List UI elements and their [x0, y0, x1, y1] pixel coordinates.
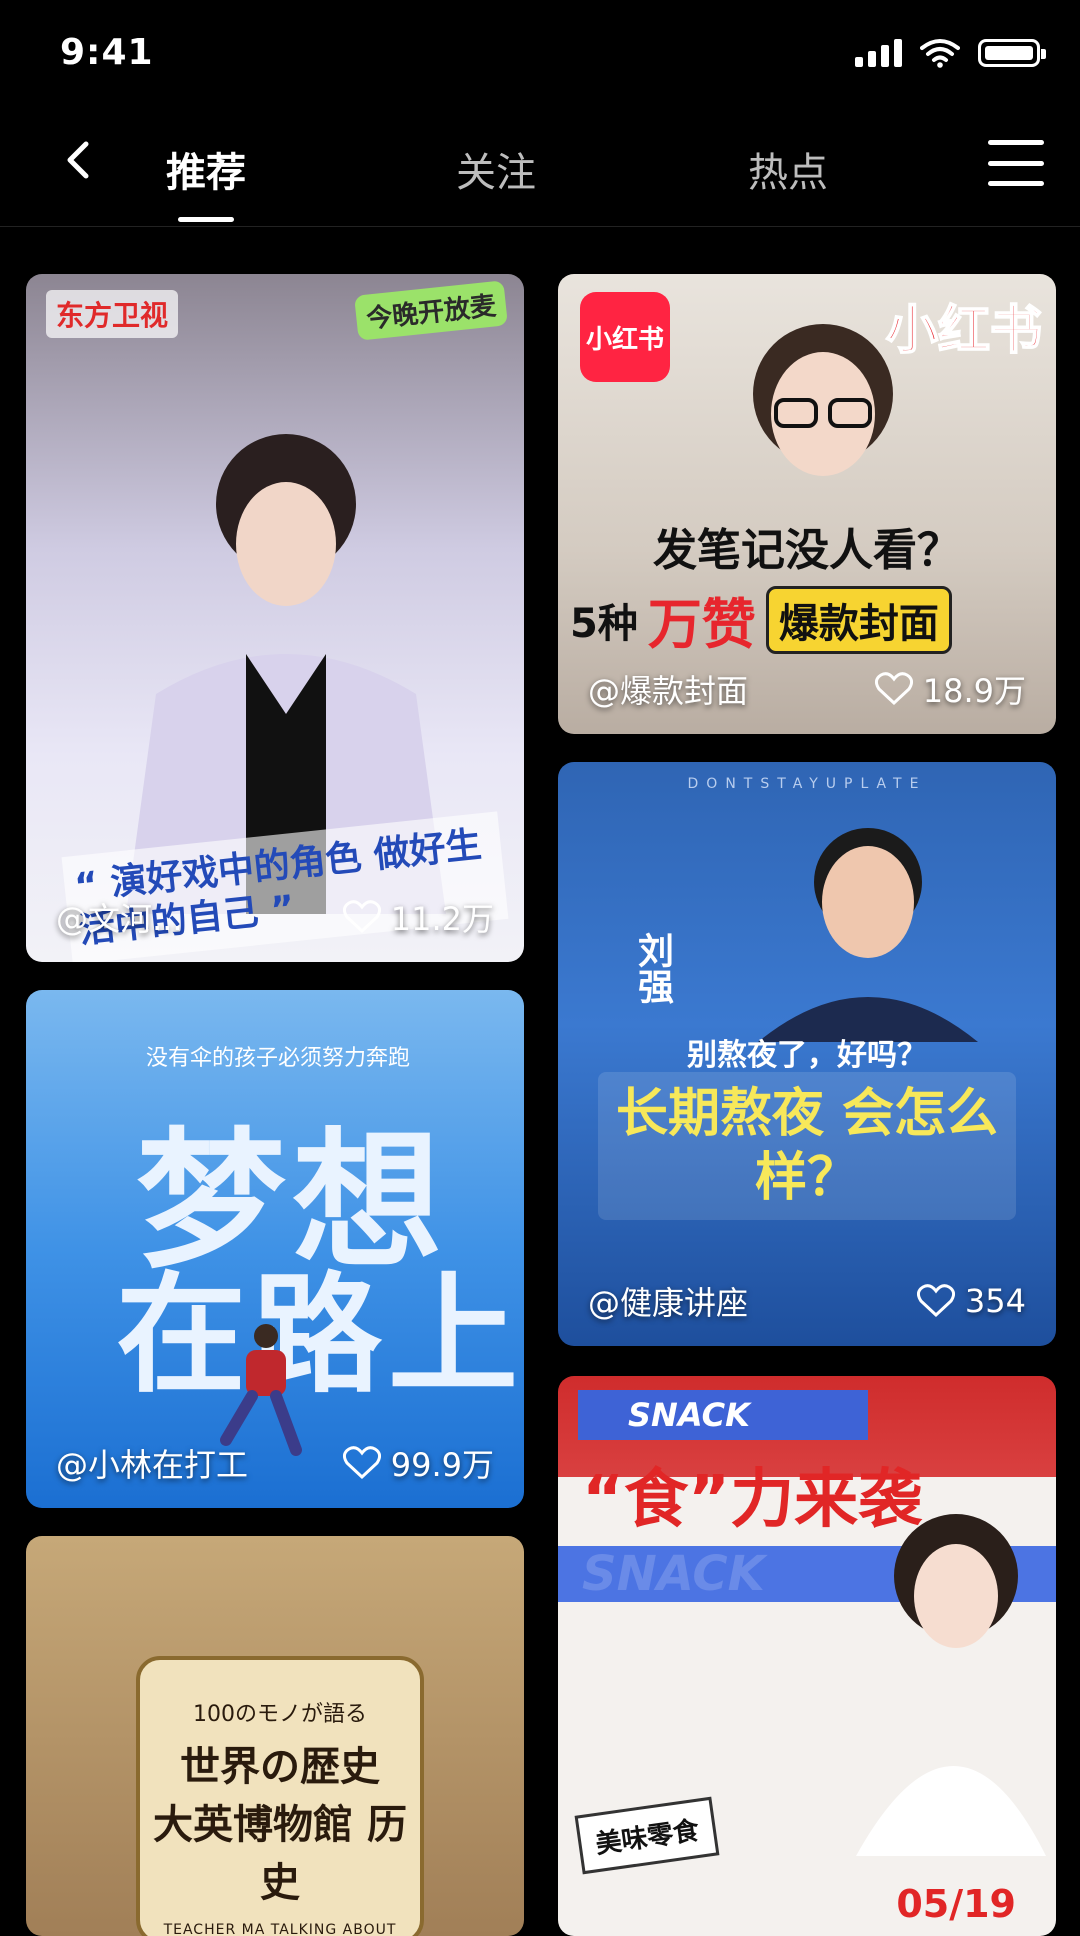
like-count: 354 — [964, 1282, 1026, 1320]
poster-subtitle: 没有伞的孩子必须努力奔跑 — [146, 1046, 411, 1071]
top-nav: 推荐 关注 热点 — [0, 110, 1080, 227]
poster-top-text: DONTSTAYUPLATE — [687, 776, 927, 792]
status-icons — [855, 38, 1046, 68]
author-name[interactable]: @爆款封面 — [588, 666, 748, 712]
feed-card[interactable]: 100のモノが語る 世界の歴史 大英博物館 历史 TEACHER MA TALK… — [26, 1536, 524, 1936]
cover-line-1: 发笔记没人看？ — [653, 525, 961, 576]
cover-line-2-prefix: 5种 — [570, 600, 638, 647]
author-name[interactable]: @小林在打工 — [56, 1440, 248, 1486]
like-count: 18.9万 — [922, 672, 1026, 710]
cover-line-2: 5种 万赞 爆款封面 — [570, 580, 1044, 659]
plaque-line-1: 100のモノが語る — [193, 1702, 367, 1727]
menu-icon[interactable] — [988, 140, 1044, 186]
like-counter[interactable]: 99.9万 — [342, 1440, 494, 1486]
plaque-line-4: TEACHER MA TALKING ABOUT HISTORY — [163, 1922, 397, 1936]
cover-line-2-pill: 爆款封面 — [765, 585, 952, 654]
snack-banner: SNACK — [578, 1390, 868, 1440]
doctor-name: 刘强 — [632, 932, 673, 1004]
person-image — [753, 324, 893, 476]
heart-icon — [874, 672, 913, 706]
tab-hot[interactable]: 热点 — [748, 140, 828, 198]
feed-card[interactable]: 东方卫视 今晚开放麦 “ 演好戏中的角色 做好生活中的自己 ” @文河... 1… — [26, 274, 524, 962]
heart-icon — [916, 1284, 955, 1318]
like-counter[interactable]: 354 — [916, 1282, 1026, 1320]
event-date: 05/19 — [896, 1882, 1016, 1926]
battery-icon — [978, 39, 1046, 67]
author-name[interactable]: @健康讲座 — [588, 1278, 748, 1324]
status-bar: 9:41 — [0, 0, 1080, 110]
runner-image — [220, 1324, 302, 1456]
heart-icon — [342, 900, 381, 934]
tab-label: 关注 — [456, 150, 536, 196]
xiaohongshu-logo: 小红书 — [580, 292, 670, 382]
person-image — [758, 828, 978, 1042]
card-meta: @爆款封面 18.9万 — [588, 666, 1026, 712]
back-chevron-icon[interactable] — [60, 140, 100, 180]
feed-card[interactable]: DONTSTAYUPLATE 刘强 别熬夜了，好吗？ 长期熬夜 会怎么样？ @健… — [558, 762, 1056, 1346]
poster-question: 别熬夜了，好吗？ — [687, 1038, 927, 1073]
author-name[interactable]: @文河... — [56, 894, 183, 940]
feed-card[interactable]: 没有伞的孩子必须努力奔跑 梦想 在路上 @小林在打工 99.9万 — [26, 990, 524, 1508]
snack-label: 美味零食 — [574, 1796, 720, 1875]
like-counter[interactable]: 18.9万 — [874, 666, 1026, 712]
museum-plaque: 100のモノが語る 世界の歴史 大英博物館 历史 TEACHER MA TALK… — [136, 1656, 424, 1936]
like-counter[interactable]: 11.2万 — [342, 894, 494, 940]
poster-headline: 长期熬夜 会怎么样？ — [598, 1072, 1016, 1220]
tab-active-indicator — [178, 217, 234, 222]
brand-badge: 东方卫视 — [46, 290, 179, 338]
person-image — [856, 1514, 1046, 1856]
like-count: 99.9万 — [390, 1446, 494, 1484]
tab-label: 热点 — [748, 150, 828, 196]
cover-line-2-highlight: 万赞 — [647, 593, 756, 656]
feed-card[interactable]: 小红书 小红书 发笔记没人看？ 5种 万赞 爆款封面 @爆款封面 18.9万 — [558, 274, 1056, 734]
tab-follow[interactable]: 关注 — [456, 140, 536, 198]
card-meta: @健康讲座 354 — [588, 1278, 1026, 1324]
plaque-line-2: 世界の歴史 — [180, 1744, 380, 1790]
tab-recommend[interactable]: 推荐 — [166, 140, 246, 222]
card-meta: @小林在打工 99.9万 — [56, 1440, 494, 1486]
status-time: 9:41 — [60, 32, 154, 73]
heart-icon — [342, 1446, 381, 1480]
like-count: 11.2万 — [390, 900, 494, 938]
wifi-icon — [920, 39, 960, 68]
signal-icon — [855, 39, 902, 67]
card-meta: @文河... 11.2万 — [56, 894, 494, 940]
tab-label: 推荐 — [166, 150, 246, 196]
feed-card[interactable]: SNACK “食”力来袭 SNACK 美味零食 05/19 — [558, 1376, 1056, 1936]
show-logo: 今晚开放麦 — [354, 280, 508, 341]
poster-title-2: 在路上 — [116, 1259, 524, 1411]
plaque-line-3: 大英博物館 历史 — [153, 1802, 407, 1906]
